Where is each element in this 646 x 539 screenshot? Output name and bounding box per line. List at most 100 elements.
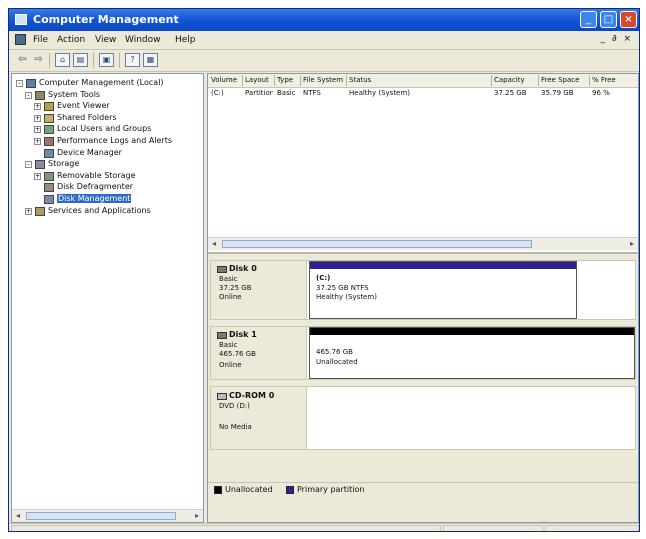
collapse-icon[interactable]: - — [25, 161, 32, 169]
tree-node-label: Removable Storage — [57, 170, 136, 180]
disk-0-name: Disk 0 — [229, 264, 257, 273]
status-bar — [9, 523, 639, 531]
up-level-icon[interactable]: ⌂ — [55, 53, 70, 67]
unallocated-status: Unallocated — [316, 358, 358, 366]
removable-storage-icon — [44, 171, 54, 181]
cdrom-0-state: No Media — [219, 423, 252, 431]
properties-icon[interactable]: ▣ — [99, 53, 114, 67]
tree-node-label: Services and Applications — [48, 205, 151, 215]
collapse-icon[interactable]: - — [16, 80, 23, 87]
scroll-right-arrow-icon[interactable]: ▸ — [627, 239, 637, 249]
back-arrow-icon[interactable]: ⇦ — [15, 53, 30, 67]
tree-node[interactable]: + Local Users and Groups — [12, 124, 201, 135]
menu-action[interactable]: Action — [57, 35, 85, 45]
disk-view-icon[interactable]: ▦ — [143, 53, 158, 67]
tree-node[interactable]: + Performance Logs and Alerts — [12, 136, 201, 147]
expand-icon[interactable]: + — [34, 138, 41, 145]
app-menu-icon[interactable] — [15, 34, 26, 45]
tree-node-label: Disk Defragmenter — [57, 182, 134, 192]
column-header-percent-free[interactable]: % Free — [592, 76, 636, 84]
scroll-left-arrow-icon[interactable]: ◂ — [209, 239, 219, 249]
cdrom-0-row[interactable]: CD-ROM 0 DVD (D:) No Media — [210, 386, 636, 450]
scroll-thumb[interactable] — [222, 240, 532, 248]
menu-file[interactable]: File — [33, 35, 48, 45]
tree-node[interactable]: + Shared Folders — [12, 113, 201, 124]
disk-0-label[interactable]: Disk 0 Basic 37.25 GB Online — [211, 261, 307, 319]
tree-node[interactable]: + Removable Storage — [12, 171, 201, 182]
scroll-right-arrow-icon[interactable]: ▸ — [192, 511, 202, 521]
legend-primary-swatch — [286, 486, 294, 494]
tree-node[interactable]: + Event Viewer — [12, 101, 201, 112]
performance-icon — [44, 137, 54, 146]
tools-icon — [35, 90, 45, 100]
tree-node-label: Disk Management — [57, 194, 132, 203]
menu-view[interactable]: View — [95, 35, 116, 45]
disk-0-row[interactable]: Disk 0 Basic 37.25 GB Online (C:) 37.25 … — [210, 260, 636, 320]
disk-1-label[interactable]: Disk 1 Basic 465.76 GB Online — [211, 327, 307, 379]
expand-icon[interactable]: + — [34, 126, 41, 134]
tree-node-label: Device Manager — [57, 147, 122, 157]
tree-node-label: Event Viewer — [57, 101, 110, 111]
tree-node-label: Performance Logs and Alerts — [57, 136, 173, 145]
storage-icon — [35, 160, 45, 170]
services-icon — [35, 206, 45, 216]
cdrom-0-type: DVD (D:) — [219, 402, 250, 410]
legend-unallocated-label: Unallocated — [225, 485, 273, 494]
expand-icon[interactable]: + — [34, 103, 41, 111]
disk-1-name: Disk 1 — [229, 330, 257, 339]
disk-0-state: Online — [219, 293, 242, 301]
menu-window[interactable]: Window — [125, 35, 161, 45]
menu-help[interactable]: Help — [175, 35, 196, 45]
column-header-type[interactable]: Type — [277, 76, 299, 84]
close-button[interactable]: × — [620, 11, 637, 28]
cell-status: Healthy (System) — [349, 89, 410, 97]
column-header-volume[interactable]: Volume — [211, 76, 241, 84]
legend-unallocated-swatch — [214, 486, 222, 494]
tree-horizontal-scrollbar[interactable]: ◂ ▸ — [12, 509, 203, 522]
minimize-button[interactable]: _ — [580, 11, 597, 28]
cdrom-0-label[interactable]: CD-ROM 0 DVD (D:) No Media — [211, 387, 307, 449]
mdi-window-controls[interactable]: _ ∂ × — [601, 34, 633, 44]
help-icon[interactable]: ? — [125, 53, 140, 67]
unallocated-detail: 465.76 GB — [316, 348, 353, 356]
cell-layout: Partition — [245, 89, 273, 97]
unallocated-bar — [310, 328, 634, 335]
disk-1-row[interactable]: Disk 1 Basic 465.76 GB Online 465.76 GB … — [210, 326, 636, 380]
column-header-layout[interactable]: Layout — [245, 76, 273, 84]
forward-arrow-icon[interactable]: ⇨ — [31, 53, 46, 67]
title-bar[interactable]: Computer Management _ □ × — [9, 9, 639, 31]
volume-list-horizontal-scrollbar[interactable]: ◂ ▸ — [208, 237, 638, 250]
expand-icon[interactable]: + — [34, 172, 41, 180]
column-header-capacity[interactable]: Capacity — [494, 76, 536, 84]
volume-list-header: Volume Layout Type File System Status Ca… — [208, 74, 638, 88]
details-pane: Volume Layout Type File System Status Ca… — [207, 73, 639, 523]
window-title: Computer Management — [33, 13, 179, 26]
tree-node[interactable]: + Services and Applications — [12, 206, 201, 217]
column-header-file-system[interactable]: File System — [303, 76, 345, 84]
disk-0-type: Basic — [219, 275, 238, 283]
maximize-button[interactable]: □ — [600, 11, 617, 28]
expand-icon[interactable]: + — [34, 114, 41, 122]
show-hide-tree-icon[interactable]: ▤ — [73, 53, 88, 67]
disk-management-icon — [44, 195, 54, 204]
unallocated-space[interactable]: 465.76 GB Unallocated — [309, 327, 635, 379]
collapse-icon[interactable]: - — [25, 91, 32, 99]
expand-icon[interactable]: + — [25, 207, 32, 215]
tree-node[interactable]: Device Manager — [12, 148, 201, 159]
column-header-status[interactable]: Status — [349, 76, 431, 84]
legend-primary-label: Primary partition — [297, 485, 365, 494]
disk-0-size: 37.25 GB — [219, 284, 252, 292]
column-header-free-space[interactable]: Free Space — [541, 76, 587, 84]
table-row[interactable]: (C:) Partition Basic NTFS Healthy (Syste… — [208, 89, 638, 100]
partition-c[interactable]: (C:) 37.25 GB NTFS Healthy (System) — [309, 261, 577, 319]
tree-node[interactable]: Disk Management — [12, 194, 201, 205]
cd-rom-icon — [217, 393, 227, 400]
tree-node[interactable]: Disk Defragmenter — [12, 182, 201, 193]
tree-node[interactable]: - System Tools — [12, 90, 201, 101]
tree-node[interactable]: - Storage — [12, 159, 201, 170]
disk-1-size: 465.76 GB — [219, 350, 256, 358]
scroll-thumb[interactable] — [26, 512, 176, 520]
disk-1-type: Basic — [219, 341, 238, 349]
tree-node[interactable]: - Computer Management (Local) — [12, 78, 201, 89]
scroll-left-arrow-icon[interactable]: ◂ — [13, 511, 23, 521]
